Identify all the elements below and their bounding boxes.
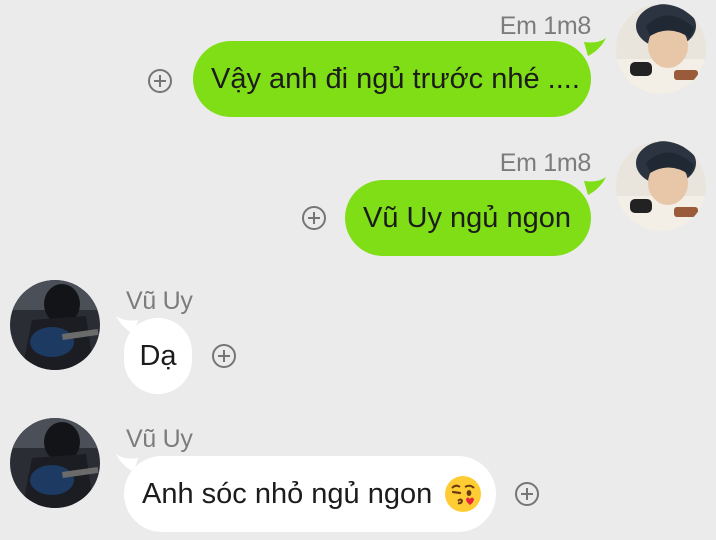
bubble-tail xyxy=(584,38,606,56)
message-bubble[interactable]: Vậy anh đi ngủ trước nhé .... xyxy=(193,41,591,117)
sender-name: Em 1m8 xyxy=(499,149,592,177)
avatar[interactable] xyxy=(616,4,706,94)
plus-circle-icon[interactable] xyxy=(212,344,236,368)
plus-circle-icon[interactable] xyxy=(148,69,172,93)
sender-name: Vũ Uy xyxy=(126,287,193,315)
message-text: Vậy anh đi ngủ trước nhé .... xyxy=(211,62,580,95)
sender-name: Em 1m8 xyxy=(499,12,592,40)
bubble-tail xyxy=(584,177,606,195)
plus-circle-icon[interactable] xyxy=(515,482,539,506)
sender-name: Vũ Uy xyxy=(126,425,193,453)
avatar[interactable] xyxy=(10,418,100,508)
message-text: Vũ Uy ngủ ngon xyxy=(363,201,571,234)
message-text: Anh sóc nhỏ ngủ ngon xyxy=(142,477,433,510)
avatar[interactable] xyxy=(616,141,706,231)
message-bubble[interactable]: Vũ Uy ngủ ngon xyxy=(345,180,591,256)
avatar[interactable] xyxy=(10,280,100,370)
face-blowing-kiss-icon xyxy=(444,475,482,513)
message-bubble[interactable]: Anh sóc nhỏ ngủ ngon xyxy=(124,456,496,532)
message-text: Dạ xyxy=(139,339,177,372)
message-bubble[interactable]: Dạ xyxy=(124,318,192,394)
plus-circle-icon[interactable] xyxy=(302,206,326,230)
